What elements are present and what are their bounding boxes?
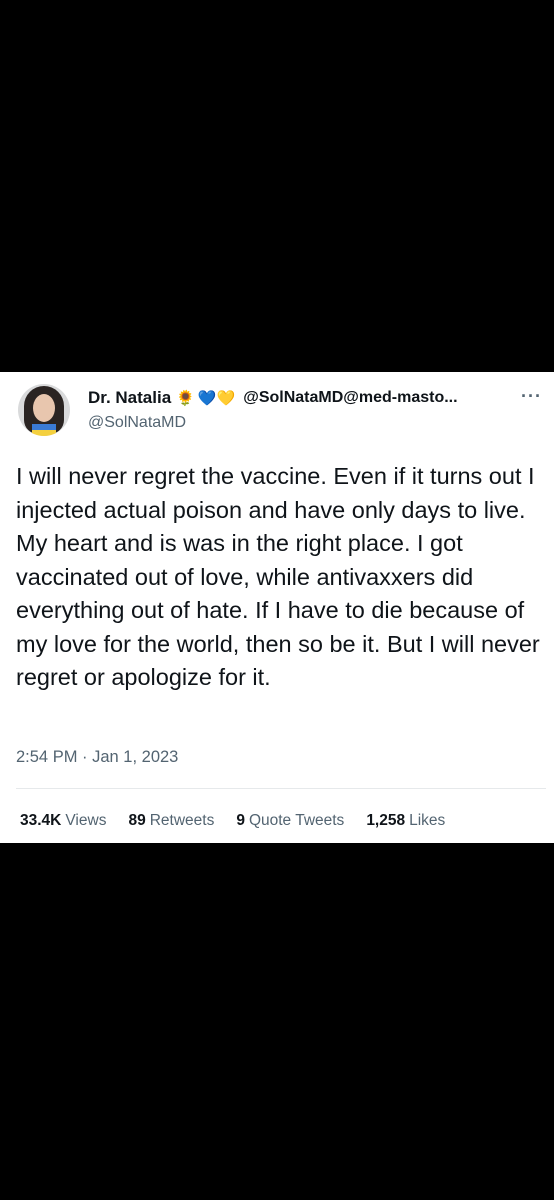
quote-tweets-stat[interactable]: 9 Quote Tweets: [236, 812, 344, 830]
divider: [16, 788, 546, 789]
author-row: Dr. Natalia 🌻 💙 💛 @SolNataMD@med-masto..…: [88, 388, 508, 408]
author-handle[interactable]: @SolNataMD: [88, 414, 186, 432]
avatar[interactable]: [18, 384, 70, 436]
yellow-heart-icon: 💛: [216, 389, 236, 407]
display-name[interactable]: Dr. Natalia: [88, 388, 171, 408]
likes-stat[interactable]: 1,258 Likes: [366, 812, 445, 830]
more-options-icon[interactable]: ···: [521, 386, 542, 407]
tweet-timestamp[interactable]: 2:54 PM · Jan 1, 2023: [16, 748, 178, 767]
tweet-stats: 33.4K Views 89 Retweets 9 Quote Tweets 1,25…: [20, 812, 467, 830]
retweets-stat[interactable]: 89 Retweets: [128, 812, 214, 830]
author-handle-long: @SolNataMD@med-masto...: [243, 389, 458, 406]
sunflower-icon: 🌻: [176, 389, 195, 407]
tweet-text: I will never regret the vaccine. Even if…: [16, 463, 540, 690]
blue-heart-icon: 💙: [197, 389, 217, 407]
tweet-card: Dr. Natalia 🌻 💙 💛 @SolNataMD@med-masto..…: [0, 372, 554, 843]
views-stat[interactable]: 33.4K Views: [20, 812, 106, 830]
